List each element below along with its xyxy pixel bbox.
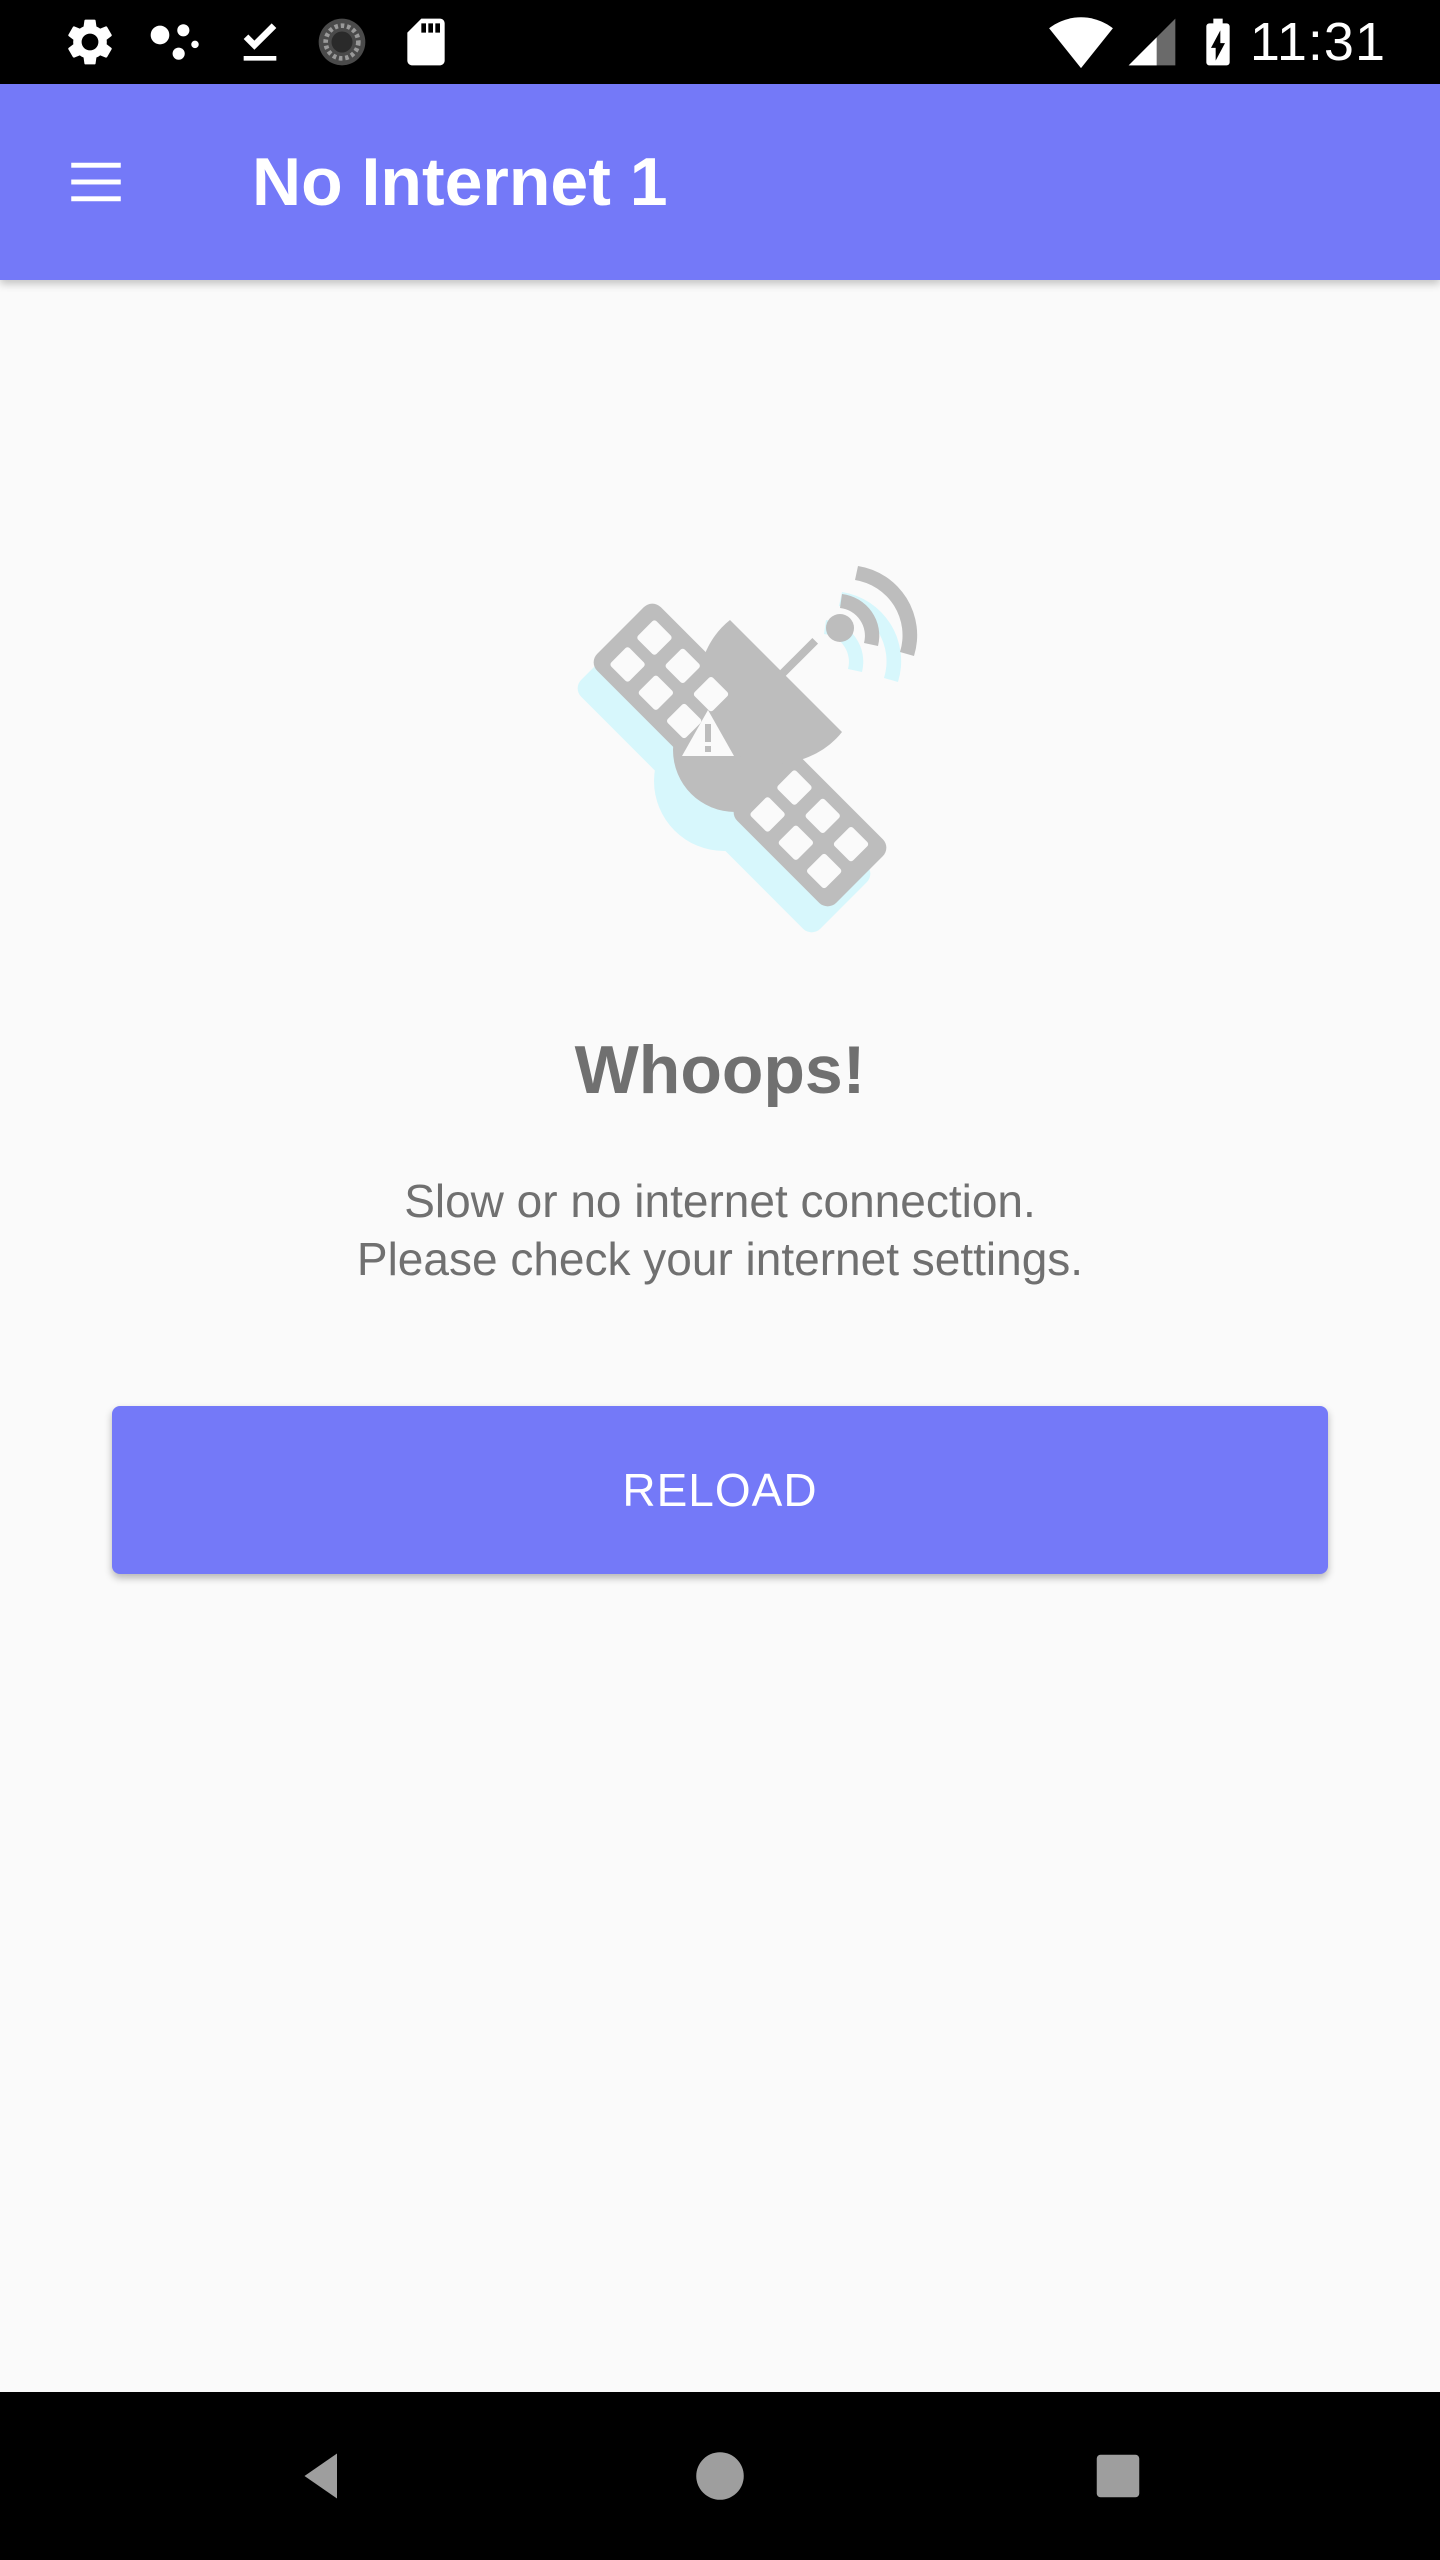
- menu-icon: [71, 162, 121, 202]
- back-button[interactable]: [272, 2426, 372, 2526]
- error-message-line-1: Slow or no internet connection.: [404, 1175, 1036, 1227]
- back-icon: [304, 2453, 337, 2499]
- sd-card-icon: [407, 18, 445, 66]
- error-message: Slow or no internet connection. Please c…: [200, 1172, 1240, 1288]
- dots-icon: [150, 24, 199, 60]
- error-heading: Whoops!: [574, 1032, 866, 1108]
- reload-button[interactable]: RELOAD: [112, 1406, 1328, 1574]
- menu-button[interactable]: [48, 134, 144, 230]
- error-message-line-2: Please check your internet settings.: [356, 1233, 1084, 1285]
- navigation-bar: [0, 2392, 1440, 2560]
- recents-icon: [1096, 2454, 1140, 2498]
- status-clock: 11:31: [1249, 12, 1386, 72]
- home-button[interactable]: [670, 2426, 770, 2526]
- battery-charging-icon: [1206, 18, 1230, 66]
- satellite-icon: [577, 566, 918, 933]
- download-done-icon: [243, 23, 277, 61]
- settings-icon: [68, 19, 112, 65]
- cell-signal-icon: [1128, 18, 1176, 66]
- page-title: No Internet 1: [252, 144, 668, 220]
- wifi-icon: [1049, 17, 1113, 69]
- app-bar: No Internet 1: [0, 84, 1440, 280]
- recents-button[interactable]: [1068, 2426, 1168, 2526]
- sync-icon: [318, 18, 366, 66]
- status-bar: 11:31: [0, 0, 1440, 84]
- home-icon: [696, 2452, 744, 2500]
